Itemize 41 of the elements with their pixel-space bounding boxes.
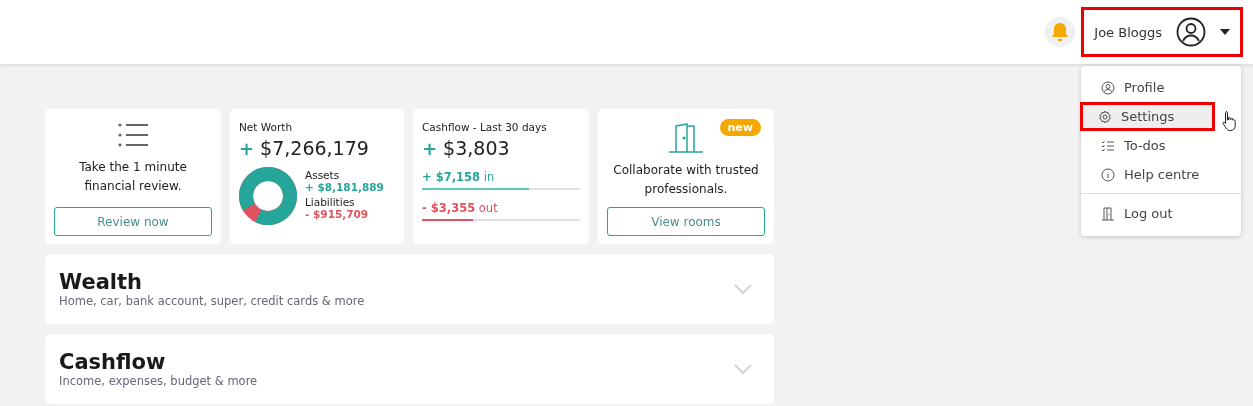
list-icon [117,123,149,147]
liabilities-amount: - $915,709 [305,208,370,220]
review-prompt: Take the 1 minute financial review. [78,159,188,195]
section-panel[interactable]: Wealth Home, car, bank account, super, credit cards & more [45,254,774,324]
checklist-icon [1101,138,1115,153]
section-title: Wealth [59,270,143,294]
liabilities-label: Liabilities [305,196,356,208]
menu-item[interactable]: Log out [1080,199,1242,228]
menu-item[interactable]: Help centre [1080,160,1242,189]
card-title: Cashflow - Last 30 days [422,121,548,133]
review-now-button[interactable]: Review now [54,207,212,236]
assets-amount: + $8,181,889 [305,181,384,193]
flow-amount: + $7,158 in [422,170,496,184]
caret-icon [1220,29,1230,35]
notification-button[interactable] [1045,17,1076,47]
section-subtitle: Income, expenses, budget & more [59,374,258,388]
avatar-icon [1176,17,1206,47]
info-icon [1101,167,1115,182]
section-panel[interactable]: Cashflow Income, expenses, budget & more [45,334,774,404]
new-badge: new [719,119,761,136]
card-title: Net Worth [239,121,294,133]
section-subtitle: Home, car, bank account, super, credit cards & more [59,294,365,308]
menu-item[interactable]: Settings [1080,102,1215,131]
bell-icon [1051,22,1070,42]
assets-label: Assets [305,169,341,181]
net-worth-amount: $7,266,179 [260,137,369,159]
plus-sign: + [239,137,255,159]
menu-item[interactable]: Profile [1080,73,1242,102]
door-icon [1101,206,1115,221]
plus-sign: + [422,137,438,159]
rooms-prompt: Collaborate with trusted professionals. [612,162,760,198]
settings-icon [1098,109,1112,124]
flow-amount: - $3,355 out [422,201,499,215]
cashflow-amount: $3,803 [443,137,510,159]
view-rooms-button[interactable]: View rooms [607,207,765,236]
menu-item[interactable]: To-dos [1080,131,1242,160]
door-icon [667,123,705,153]
donut-chart [239,167,297,225]
user-menu-button[interactable]: Joe Bloggs [1081,7,1243,57]
section-title: Cashflow [59,350,167,374]
person-icon [1101,80,1115,95]
